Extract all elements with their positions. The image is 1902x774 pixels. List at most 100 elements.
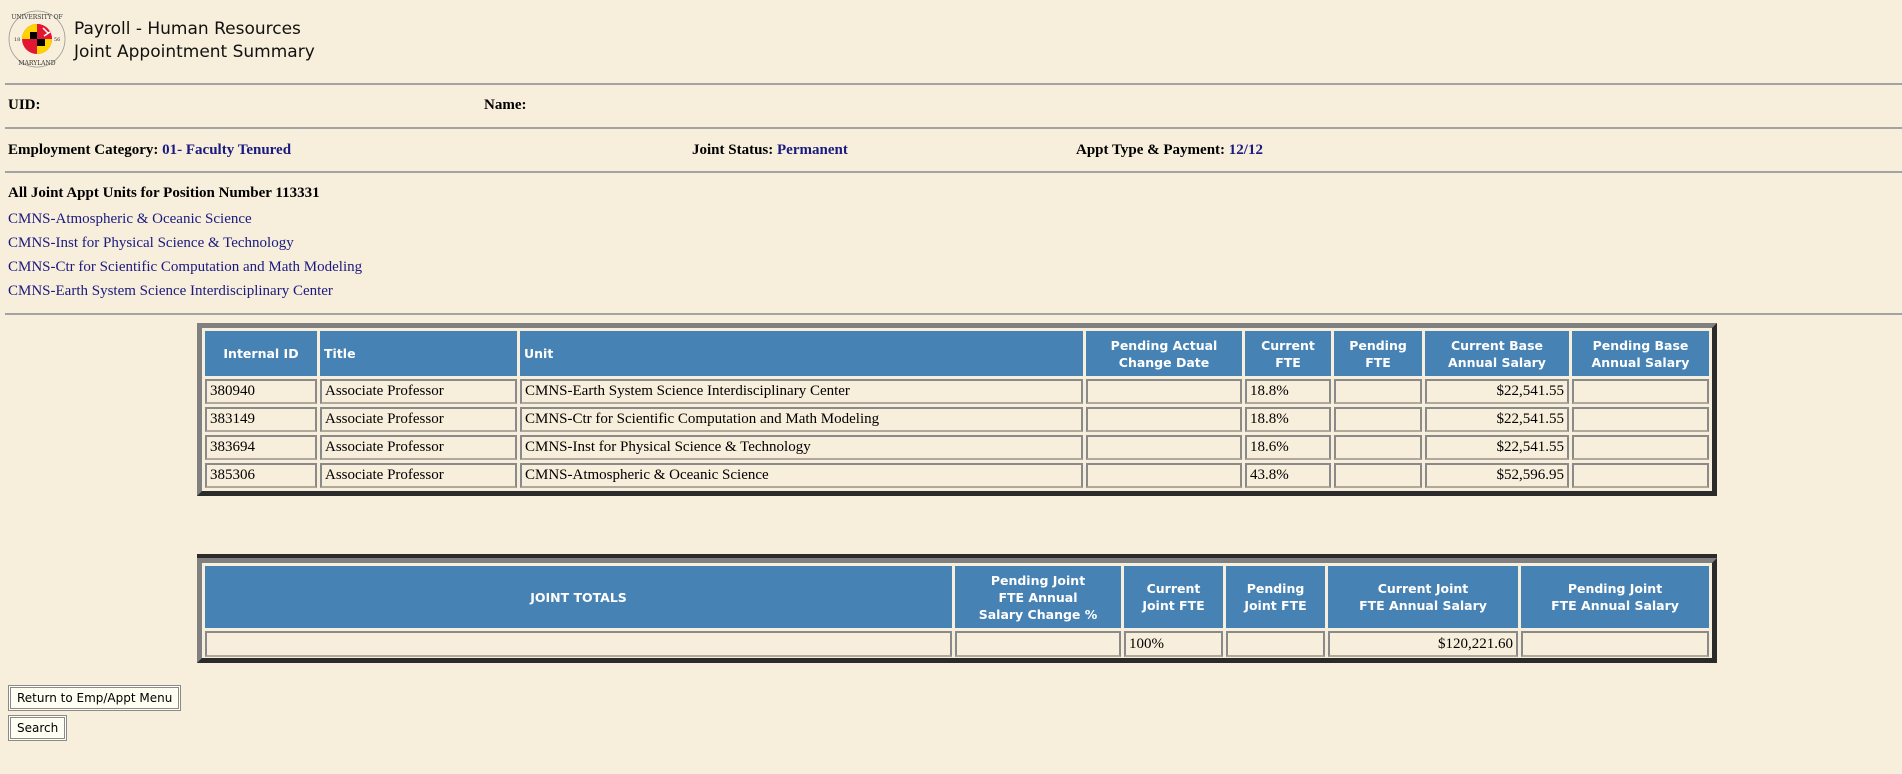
column-header: Current Joint FTE [1142, 581, 1205, 613]
table-row: 383694 Associate Professor CMNS-Inst for P… [205, 435, 1709, 460]
pending-fte-cell [1334, 435, 1422, 460]
col-pending-joint-salary: Pending Joint FTE Annual Salary [1521, 566, 1709, 628]
unit-cell: CMNS-Earth System Science Interdisciplin… [520, 379, 1083, 404]
pending-joint-salary-cell [1521, 631, 1709, 657]
svg-text:MARYLAND: MARYLAND [18, 60, 55, 67]
appt-type-value: 12/12 [1228, 142, 1263, 158]
search-button[interactable]: Search [8, 715, 68, 741]
app-name: Payroll - Human Resources [74, 19, 301, 39]
svg-text:56: 56 [54, 37, 60, 43]
table-row: 380940 Associate Professor CMNS-Earth Syst… [205, 379, 1709, 404]
title-cell: Associate Professor [320, 379, 517, 404]
table-row: 100% $120,221.60 [205, 631, 1709, 657]
internal-id-cell: 385306 [205, 463, 317, 488]
current-base-salary-cell: $22,541.55 [1425, 407, 1569, 432]
joint-status-field: Joint Status: Permanent [692, 142, 848, 159]
column-header: Pending Actual Change Date [1110, 337, 1218, 370]
employment-category-label: Employment Category: [8, 142, 159, 158]
name-label: Name: [484, 97, 527, 113]
pending-change-date-cell [1086, 379, 1242, 404]
column-header: Pending Joint FTE Annual Salary [1551, 581, 1679, 613]
pending-joint-fte-cell [1226, 631, 1325, 657]
divider [5, 83, 1902, 85]
pending-fte-cell [1334, 463, 1422, 488]
joint-status-value: Permanent [777, 142, 848, 158]
column-header: Current FTE [1261, 337, 1315, 370]
column-header: Unit [524, 346, 554, 361]
column-header: Current Base Annual Salary [1448, 337, 1546, 370]
col-pending-change-date: Pending Actual Change Date [1086, 331, 1242, 376]
name-field: Name: [484, 97, 526, 114]
current-joint-fte-cell: 100% [1124, 631, 1223, 657]
appt-type-field: Appt Type & Payment: 12/12 [1076, 142, 1263, 159]
title-cell: Associate Professor [320, 463, 517, 488]
col-pending-fte: Pending FTE [1334, 331, 1422, 376]
svg-text:UNIVERSITY OF: UNIVERSITY OF [11, 14, 62, 21]
uid-label: UID: [8, 97, 41, 113]
title-cell: Associate Professor [320, 407, 517, 432]
svg-text:18: 18 [14, 37, 20, 43]
divider [5, 127, 1902, 129]
current-fte-cell: 18.6% [1245, 435, 1331, 460]
unit-link[interactable]: CMNS-Ctr for Scientific Computation and … [8, 259, 362, 276]
unit-cell: CMNS-Atmospheric & Oceanic Science [520, 463, 1083, 488]
page-title: Joint Appointment Summary [74, 42, 315, 62]
appointments-table: Internal ID Title Unit Pending Actual Cha… [197, 323, 1717, 496]
internal-id-cell: 383694 [205, 435, 317, 460]
uid-field: UID: [8, 97, 41, 114]
unit-cell: CMNS-Ctr for Scientific Computation and … [520, 407, 1083, 432]
col-title: Title [320, 331, 517, 376]
col-unit: Unit [520, 331, 1083, 376]
employment-category-field: Employment Category: 01- Faculty Tenured [8, 142, 291, 159]
pending-change-date-cell [1086, 435, 1242, 460]
joint-units-heading: All Joint Appt Units for Position Number… [8, 185, 320, 201]
column-header: JOINT TOTALS [530, 589, 627, 605]
unit-link[interactable]: CMNS-Atmospheric & Oceanic Science [8, 211, 252, 228]
internal-id-cell: 383149 [205, 407, 317, 432]
unit-link[interactable]: CMNS-Inst for Physical Science & Technol… [8, 235, 294, 252]
joint-status-label: Joint Status: [692, 142, 774, 158]
pending-base-salary-cell [1572, 407, 1709, 432]
column-header: Pending Joint FTE [1244, 581, 1307, 613]
totals-label-cell [205, 631, 952, 657]
col-pending-base-salary: Pending Base Annual Salary [1572, 331, 1709, 376]
column-header: Pending Base Annual Salary [1591, 337, 1690, 370]
divider [5, 171, 1902, 173]
table-row: 383149 Associate Professor CMNS-Ctr for Sc… [205, 407, 1709, 432]
pending-base-salary-cell [1572, 379, 1709, 404]
appt-type-label: Appt Type & Payment: [1076, 142, 1226, 158]
column-header: Pending Joint FTE Annual Salary Change % [978, 572, 1098, 622]
table-header-row: Internal ID Title Unit Pending Actual Cha… [205, 331, 1709, 376]
current-joint-salary-cell: $120,221.60 [1328, 631, 1518, 657]
col-pending-joint-fte: Pending Joint FTE [1226, 566, 1325, 628]
title-cell: Associate Professor [320, 435, 517, 460]
col-current-joint-salary: Current Joint FTE Annual Salary [1328, 566, 1518, 628]
employment-category-value: 01- Faculty Tenured [162, 142, 292, 158]
internal-id-cell: 380940 [205, 379, 317, 404]
pending-change-date-cell [1086, 463, 1242, 488]
table-header-row: JOINT TOTALS Pending Joint FTE Annual Sala… [205, 566, 1709, 628]
col-current-joint-fte: Current Joint FTE [1124, 566, 1223, 628]
unit-link[interactable]: CMNS-Earth System Science Interdisciplin… [8, 283, 333, 300]
current-base-salary-cell: $22,541.55 [1425, 379, 1569, 404]
col-pending-salary-change: Pending Joint FTE Annual Salary Change % [955, 566, 1121, 628]
unit-cell: CMNS-Inst for Physical Science & Technol… [520, 435, 1083, 460]
col-internal-id: Internal ID [205, 331, 317, 376]
current-fte-cell: 43.8% [1245, 463, 1331, 488]
current-fte-cell: 18.8% [1245, 379, 1331, 404]
column-header: Current Joint FTE Annual Salary [1359, 581, 1487, 613]
pending-base-salary-cell [1572, 463, 1709, 488]
column-header: Title [324, 346, 356, 361]
current-base-salary-cell: $52,596.95 [1425, 463, 1569, 488]
pending-change-date-cell [1086, 407, 1242, 432]
joint-totals-table: JOINT TOTALS Pending Joint FTE Annual Sala… [197, 558, 1717, 663]
pending-base-salary-cell [1572, 435, 1709, 460]
return-to-menu-button[interactable]: Return to Emp/Appt Menu [8, 685, 182, 711]
pending-salary-change-cell [955, 631, 1121, 657]
column-header: Pending FTE [1349, 337, 1407, 370]
col-current-base-salary: Current Base Annual Salary [1425, 331, 1569, 376]
col-current-fte: Current FTE [1245, 331, 1331, 376]
divider [5, 313, 1902, 315]
col-joint-totals: JOINT TOTALS [205, 566, 952, 628]
column-header: Internal ID [223, 346, 299, 361]
